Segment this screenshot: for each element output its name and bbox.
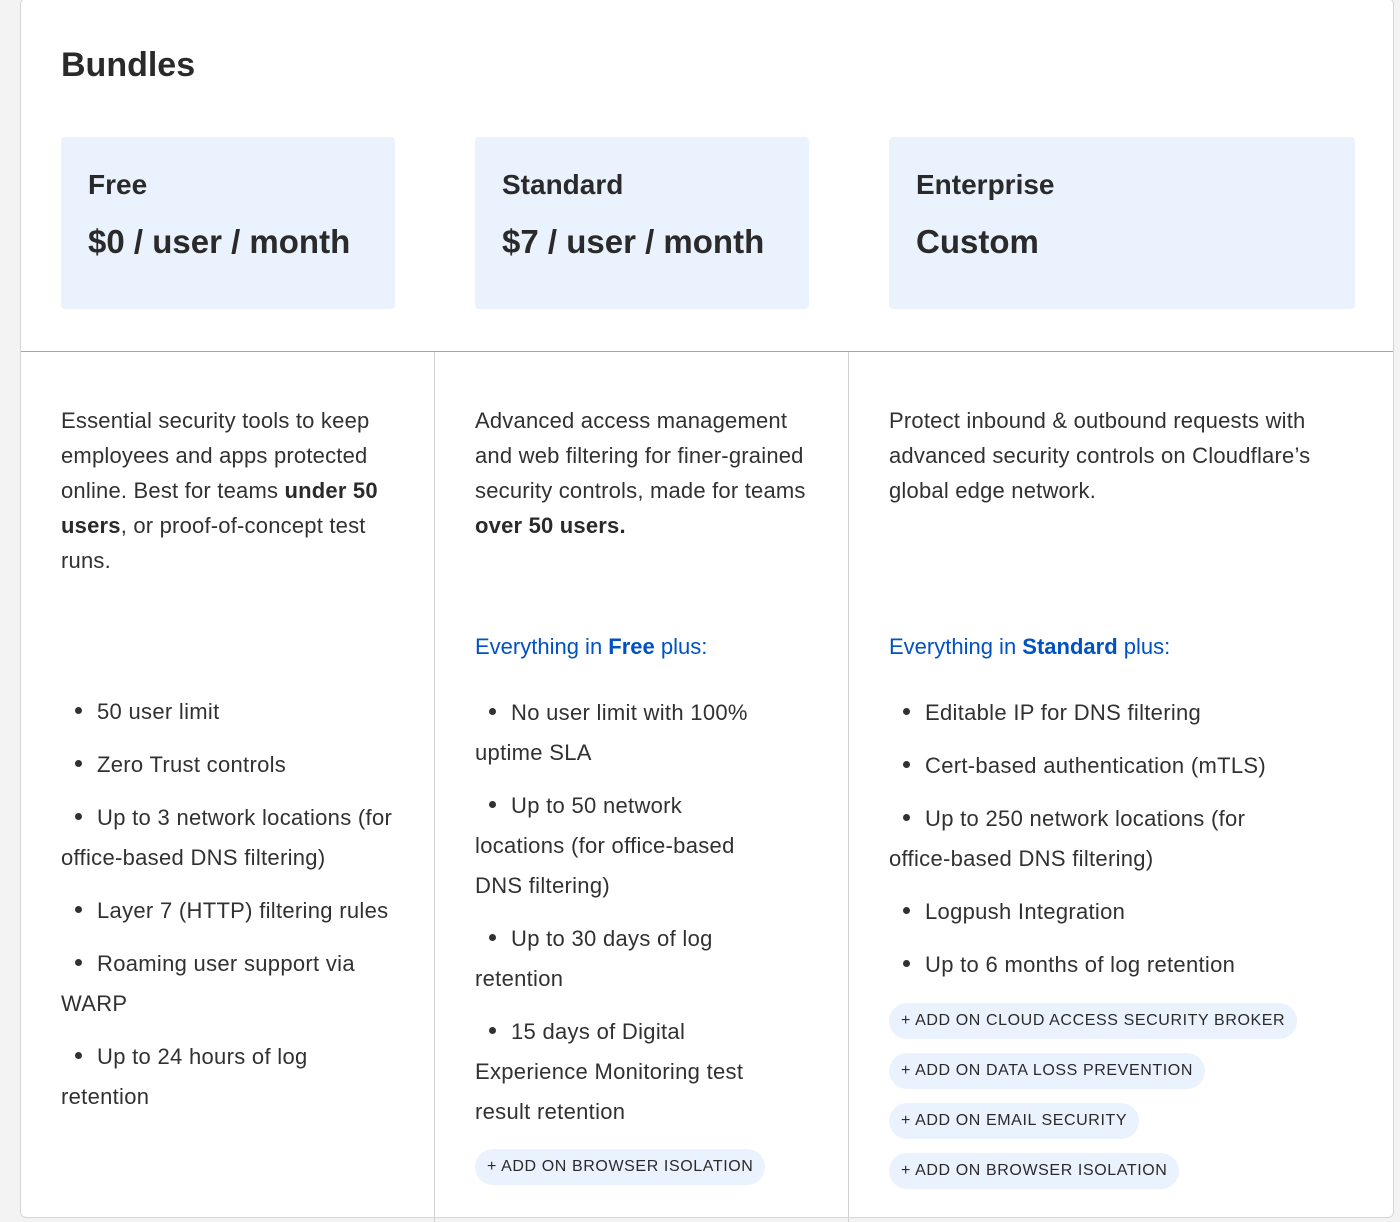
- column-divider: [434, 352, 435, 1222]
- plan-header-free: Free $0 / user / month: [61, 137, 395, 309]
- feature-list: Editable IP for DNS filtering Cert-based…: [889, 693, 1289, 998]
- plan-header-standard: Standard $7 / user / month: [475, 137, 809, 309]
- addon-list: + ADD ON CLOUD ACCESS SECURITY BROKER + …: [889, 1003, 1298, 1203]
- feature-item: Logpush Integration: [889, 892, 1289, 932]
- plan-name: Enterprise: [916, 169, 1055, 200]
- feature-item: Up to 250 network locations (for office-…: [889, 806, 1246, 871]
- add-on-dlp-button[interactable]: + ADD ON DATA LOSS PREVENTION: [889, 1053, 1205, 1089]
- feature-item: Roaming user support via WARP: [61, 951, 355, 1016]
- feature-list: 50 user limit Zero Trust controls Up to …: [61, 692, 401, 1130]
- bullet-icon: [903, 813, 910, 821]
- column-divider: [848, 352, 849, 1222]
- bullet-icon: [75, 759, 82, 767]
- feature-item: 15 days of Digital Experience Monitoring…: [475, 1019, 744, 1124]
- plan-description: Protect inbound & outbound requests with…: [889, 408, 1311, 503]
- feature-item: Up to 3 network locations (for office-ba…: [61, 805, 393, 870]
- bullet-icon: [903, 959, 910, 967]
- feature-list: No user limit with 100% uptime SLA Up to…: [475, 693, 775, 1145]
- add-on-browser-isolation-button[interactable]: + ADD ON BROWSER ISOLATION: [475, 1149, 766, 1185]
- feature-item: Cert-based authentication (mTLS): [889, 746, 1289, 786]
- plan-price: Custom: [916, 223, 1039, 260]
- bullet-icon: [903, 906, 910, 914]
- plan-price: $0 / user / month: [88, 223, 351, 260]
- addon-list: + ADD ON BROWSER ISOLATION: [475, 1149, 766, 1199]
- feature-item: Layer 7 (HTTP) filtering rules: [61, 891, 401, 931]
- bullet-icon: [489, 933, 496, 941]
- feature-item: Up to 50 network locations (for office-b…: [475, 793, 735, 898]
- bullet-icon: [903, 707, 910, 715]
- plan-name: Free: [88, 169, 148, 200]
- plan-price: $7 / user / month: [502, 223, 765, 260]
- plan-column-standard: Advanced access management and web filte…: [475, 403, 820, 1185]
- bullet-icon: [489, 707, 496, 715]
- plan-includes-lead: Everything in Standard plus:: [889, 634, 1171, 659]
- add-on-browser-isolation-button[interactable]: + ADD ON BROWSER ISOLATION: [889, 1153, 1180, 1189]
- feature-item: Editable IP for DNS filtering: [889, 693, 1289, 733]
- bullet-icon: [903, 760, 910, 768]
- page-title: Bundles: [61, 46, 196, 84]
- plan-header-enterprise: Enterprise Custom: [889, 137, 1355, 309]
- add-on-email-security-button[interactable]: + ADD ON EMAIL SECURITY: [889, 1103, 1140, 1139]
- bullet-icon: [75, 812, 82, 820]
- feature-item: Up to 30 days of log retention: [475, 926, 713, 991]
- bullet-icon: [75, 706, 82, 714]
- header-divider: [21, 351, 1393, 352]
- bullet-icon: [489, 1026, 496, 1034]
- bullet-icon: [75, 905, 82, 913]
- bullet-icon: [75, 1051, 82, 1059]
- bundles-card: Bundles Free $0 / user / month Standard …: [20, 0, 1394, 1222]
- plan-includes-lead: Everything in Free plus:: [475, 634, 708, 659]
- feature-item: Up to 24 hours of log retention: [61, 1044, 308, 1109]
- feature-item: No user limit with 100% uptime SLA: [475, 700, 748, 765]
- plan-description: Essential security tools to keep employe…: [61, 408, 378, 573]
- plan-name: Standard: [502, 169, 624, 200]
- bullet-icon: [75, 958, 82, 966]
- feature-item: Up to 6 months of log retention: [889, 945, 1289, 985]
- bullet-icon: [489, 800, 496, 808]
- plan-description: Advanced access management and web filte…: [475, 408, 806, 538]
- plan-column-free: Essential security tools to keep employe…: [61, 403, 401, 1109]
- plan-column-enterprise: Protect inbound & outbound requests with…: [889, 403, 1355, 1189]
- add-on-casb-button[interactable]: + ADD ON CLOUD ACCESS SECURITY BROKER: [889, 1003, 1298, 1039]
- feature-item: Zero Trust controls: [61, 745, 401, 785]
- feature-item: 50 user limit: [61, 692, 401, 732]
